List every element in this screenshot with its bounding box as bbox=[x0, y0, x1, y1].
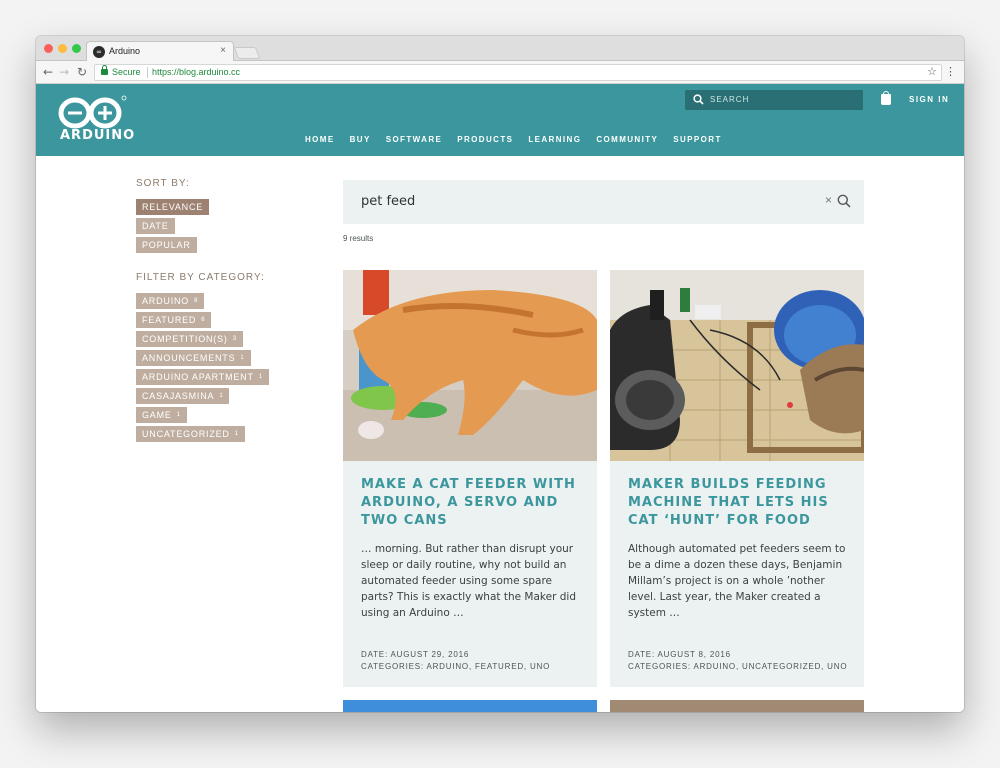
tab-strip: ∞ Arduino × bbox=[36, 36, 964, 62]
category-count: 1 bbox=[176, 412, 181, 418]
category-count: 6 bbox=[201, 317, 206, 323]
result-title[interactable]: MAKER BUILDS FEEDING MACHINE THAT LETS H… bbox=[628, 476, 846, 530]
sort-popular[interactable]: POPULAR bbox=[136, 237, 197, 253]
sort-date[interactable]: DATE bbox=[136, 218, 175, 234]
clear-search-icon[interactable]: × bbox=[825, 193, 832, 207]
category-count: 1 bbox=[240, 355, 245, 361]
category-label: COMPETITION(S) bbox=[142, 334, 228, 344]
tab-close-icon[interactable]: × bbox=[220, 45, 226, 56]
result-categories: CATEGORIES: ARDUINO, UNCATEGORIZED, UNO bbox=[628, 662, 848, 671]
forward-arrow-icon[interactable]: → bbox=[59, 64, 69, 80]
site-search-input[interactable]: SEARCH bbox=[685, 90, 863, 110]
category-label: GAME bbox=[142, 410, 172, 420]
category-count: 1 bbox=[234, 431, 239, 437]
result-excerpt: Although automated pet feeders seem to b… bbox=[628, 543, 846, 619]
reload-icon[interactable]: ↻ bbox=[77, 64, 87, 80]
url-divider bbox=[147, 67, 148, 78]
logo-text[interactable]: ARDUINO bbox=[60, 128, 135, 143]
site-header: ARDUINO SEARCH SIGN IN HOME BUY SOFTWARE… bbox=[36, 84, 964, 156]
shopping-bag-icon[interactable] bbox=[881, 91, 891, 105]
result-title[interactable]: MAKE A CAT FEEDER WITH ARDUINO, A SERVO … bbox=[361, 476, 579, 530]
category-competitions[interactable]: COMPETITION(S) 3 bbox=[136, 331, 243, 347]
category-count: 3 bbox=[232, 336, 237, 342]
nav-buy[interactable]: BUY bbox=[350, 135, 371, 144]
category-count: 8 bbox=[194, 298, 199, 304]
zoom-window-button[interactable] bbox=[72, 44, 81, 53]
close-window-button[interactable] bbox=[44, 44, 53, 53]
category-label: CASAJASMINA bbox=[142, 391, 215, 401]
result-excerpt: … morning. But rather than disrupt your … bbox=[361, 543, 576, 619]
result-card[interactable]: MAKER BUILDS FEEDING MACHINE THAT LETS H… bbox=[610, 270, 864, 687]
new-tab-button[interactable] bbox=[233, 47, 261, 59]
bookmark-star-icon[interactable]: ☆ bbox=[927, 65, 937, 78]
result-card-partial[interactable] bbox=[610, 700, 864, 712]
category-label: FEATURED bbox=[142, 315, 197, 325]
nav-community[interactable]: COMMUNITY bbox=[596, 135, 658, 144]
sort-relevance[interactable]: RELEVANCE bbox=[136, 199, 210, 215]
sort-heading: SORT BY: bbox=[136, 178, 190, 189]
category-count: 1 bbox=[219, 393, 224, 399]
category-uncategorized[interactable]: UNCATEGORIZED 1 bbox=[136, 426, 245, 442]
filter-heading: FILTER BY CATEGORY: bbox=[136, 272, 265, 283]
result-date: DATE: AUGUST 29, 2016 bbox=[361, 650, 470, 659]
search-query-text: pet feed bbox=[361, 194, 416, 209]
category-count: 1 bbox=[258, 374, 263, 380]
browser-window: ∞ Arduino × ← → ↻ Secure https://blog.ar… bbox=[36, 36, 964, 712]
secure-label: Secure bbox=[112, 67, 141, 77]
category-featured[interactable]: FEATURED 6 bbox=[136, 312, 212, 328]
category-label: ARDUINO bbox=[142, 296, 190, 306]
category-label: UNCATEGORIZED bbox=[142, 429, 230, 439]
category-announcements[interactable]: ANNOUNCEMENTS 1 bbox=[136, 350, 251, 366]
back-arrow-icon[interactable]: ← bbox=[43, 64, 53, 80]
tab-title: Arduino bbox=[109, 46, 141, 56]
url-text: https://blog.arduino.cc bbox=[152, 67, 241, 77]
category-label: ANNOUNCEMENTS bbox=[142, 353, 236, 363]
sign-in-link[interactable]: SIGN IN bbox=[909, 95, 949, 104]
feeding-machine-photo[interactable] bbox=[610, 270, 864, 461]
category-arduino[interactable]: ARDUINO 8 bbox=[136, 293, 205, 309]
search-icon[interactable] bbox=[837, 194, 851, 208]
main-navigation: HOME BUY SOFTWARE PRODUCTS LEARNING COMM… bbox=[305, 135, 737, 144]
results-count: 9 results bbox=[343, 234, 374, 243]
search-icon bbox=[693, 94, 704, 105]
lock-icon bbox=[101, 65, 108, 75]
category-label: ARDUINO APARTMENT bbox=[142, 372, 254, 382]
arduino-favicon-icon: ∞ bbox=[93, 46, 105, 58]
nav-products[interactable]: PRODUCTS bbox=[457, 135, 513, 144]
browser-menu-icon[interactable]: ⋮ bbox=[945, 65, 956, 79]
search-placeholder: SEARCH bbox=[710, 95, 750, 104]
category-casajasmina[interactable]: CASAJASMINA 1 bbox=[136, 388, 230, 404]
category-arduino-apartment[interactable]: ARDUINO APARTMENT 1 bbox=[136, 369, 269, 385]
cat-feeder-photo[interactable] bbox=[343, 270, 597, 461]
result-card[interactable]: MAKE A CAT FEEDER WITH ARDUINO, A SERVO … bbox=[343, 270, 597, 687]
search-query-input[interactable]: pet feed × bbox=[343, 180, 864, 224]
browser-toolbar: ← → ↻ Secure https://blog.arduino.cc ☆ ⋮ bbox=[36, 61, 964, 84]
nav-learning[interactable]: LEARNING bbox=[528, 135, 581, 144]
nav-support[interactable]: SUPPORT bbox=[673, 135, 721, 144]
result-card-partial[interactable] bbox=[343, 700, 597, 712]
filter-sidebar: SORT BY: RELEVANCE DATE POPULAR FILTER B… bbox=[136, 178, 316, 443]
address-bar[interactable]: Secure https://blog.arduino.cc ☆ bbox=[94, 64, 942, 81]
result-categories: CATEGORIES: ARDUINO, FEATURED, UNO bbox=[361, 662, 551, 671]
nav-software[interactable]: SOFTWARE bbox=[386, 135, 443, 144]
result-date: DATE: AUGUST 8, 2016 bbox=[628, 650, 731, 659]
web-page: ARDUINO SEARCH SIGN IN HOME BUY SOFTWARE… bbox=[36, 84, 964, 712]
minimize-window-button[interactable] bbox=[58, 44, 67, 53]
category-game[interactable]: GAME 1 bbox=[136, 407, 187, 423]
browser-tab[interactable]: ∞ Arduino × bbox=[86, 41, 234, 62]
nav-home[interactable]: HOME bbox=[305, 135, 335, 144]
